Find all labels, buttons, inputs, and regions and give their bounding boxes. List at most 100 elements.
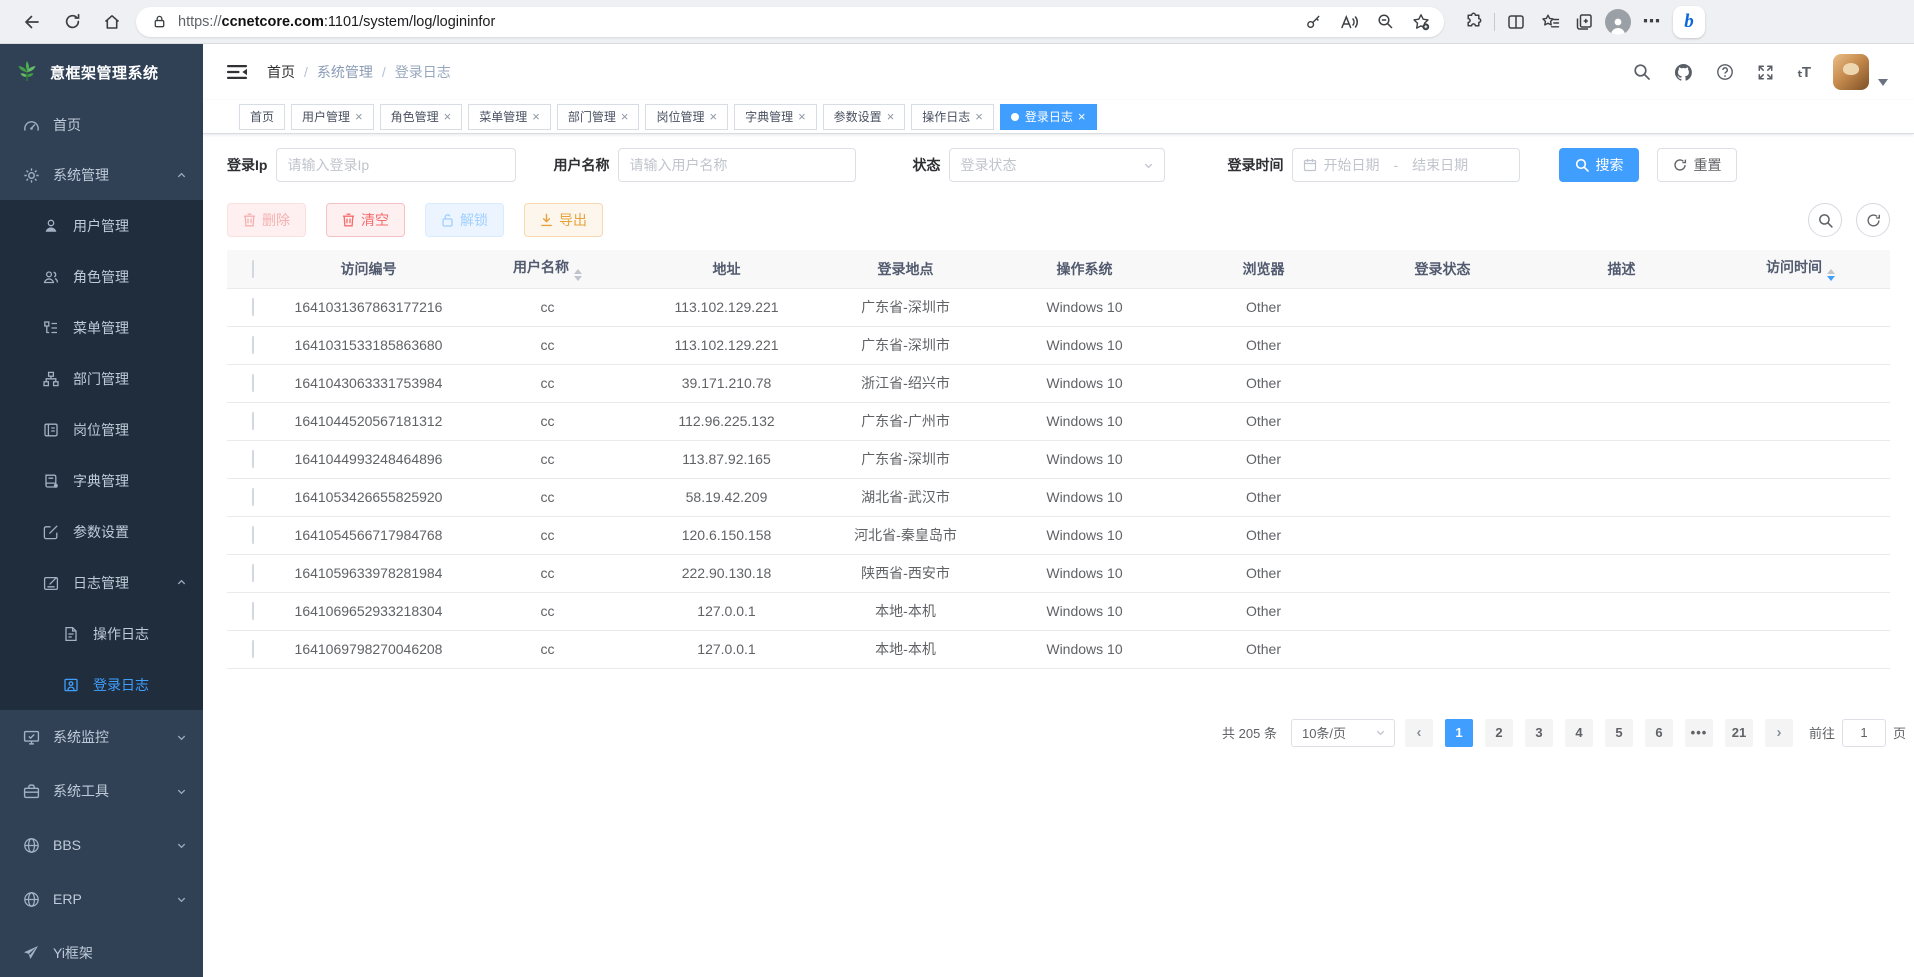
breadcrumb-home[interactable]: 首页 xyxy=(267,62,295,82)
tab-dicts[interactable]: 字典管理× xyxy=(734,104,817,130)
sidebar-item-posts[interactable]: 岗位管理 xyxy=(0,404,203,455)
date-range-picker[interactable]: 开始日期 - 结束日期 xyxy=(1292,148,1520,182)
table-row[interactable]: 1641044520567181312 cc 112.96.225.132 广东… xyxy=(227,402,1890,440)
collections-icon[interactable] xyxy=(1571,9,1597,35)
sidebar-item-bbs[interactable]: BBS xyxy=(0,818,203,872)
goto-page-input[interactable] xyxy=(1842,719,1886,747)
clear-button[interactable]: 清空 xyxy=(326,203,405,237)
split-screen-icon[interactable] xyxy=(1503,9,1529,35)
user-avatar[interactable] xyxy=(1833,54,1869,90)
close-icon[interactable]: × xyxy=(621,110,629,123)
sidebar-item-erp[interactable]: ERP xyxy=(0,872,203,926)
refresh-table-button[interactable] xyxy=(1856,203,1890,237)
table-row[interactable]: 1641069798270046208 cc 127.0.0.1 本地-本机 W… xyxy=(227,630,1890,668)
github-link[interactable] xyxy=(1674,63,1693,82)
row-checkbox[interactable] xyxy=(252,488,254,506)
page-button-6[interactable]: 6 xyxy=(1645,719,1673,747)
row-checkbox[interactable] xyxy=(252,564,254,582)
home-button[interactable] xyxy=(96,6,128,38)
tab-depts[interactable]: 部门管理× xyxy=(557,104,640,130)
sort-caret-icon[interactable] xyxy=(574,269,582,281)
show-search-button[interactable] xyxy=(1808,203,1842,237)
back-button[interactable] xyxy=(16,6,48,38)
sidebar-item-yi-framework[interactable]: Yi框架 xyxy=(0,926,203,977)
table-row[interactable]: 1641053426655825920 cc 58.19.42.209 湖北省-… xyxy=(227,478,1890,516)
sidebar-item-monitor[interactable]: 系统监控 xyxy=(0,710,203,764)
select-all-checkbox[interactable] xyxy=(252,260,254,278)
sidebar-item-menus[interactable]: 菜单管理 xyxy=(0,302,203,353)
extensions-icon[interactable] xyxy=(1460,9,1486,35)
close-icon[interactable]: × xyxy=(1078,110,1086,123)
reset-button[interactable]: 重置 xyxy=(1657,148,1737,182)
row-checkbox[interactable] xyxy=(252,298,254,316)
table-row[interactable]: 1641031367863177216 cc 113.102.129.221 广… xyxy=(227,288,1890,326)
copilot-bing-icon[interactable]: b xyxy=(1673,6,1705,38)
table-row[interactable]: 1641059633978281984 cc 222.90.130.18 陕西省… xyxy=(227,554,1890,592)
more-menu-icon[interactable]: ⋯ xyxy=(1639,9,1665,35)
favorite-star-icon[interactable] xyxy=(1408,9,1434,35)
delete-button[interactable]: 删除 xyxy=(227,203,306,237)
close-icon[interactable]: × xyxy=(709,110,717,123)
sidebar-toggle-button[interactable] xyxy=(221,57,253,87)
browser-profile-icon[interactable] xyxy=(1605,9,1631,35)
sort-caret-icon[interactable] xyxy=(1827,269,1835,281)
search-button[interactable]: 搜索 xyxy=(1559,148,1639,182)
page-size-select[interactable]: 10条/页 xyxy=(1291,719,1395,747)
ip-input[interactable] xyxy=(287,157,505,173)
more-pages-button[interactable]: ••• xyxy=(1685,719,1713,747)
unlock-button[interactable]: 解锁 xyxy=(425,203,504,237)
page-button-4[interactable]: 4 xyxy=(1565,719,1593,747)
page-button-3[interactable]: 3 xyxy=(1525,719,1553,747)
row-checkbox[interactable] xyxy=(252,602,254,620)
table-row[interactable]: 1641044993248464896 cc 113.87.92.165 广东省… xyxy=(227,440,1890,478)
sidebar-item-system[interactable]: 系统管理 xyxy=(0,150,203,200)
page-button-1[interactable]: 1 xyxy=(1445,719,1473,747)
page-button-5[interactable]: 5 xyxy=(1605,719,1633,747)
password-key-icon[interactable] xyxy=(1300,9,1326,35)
page-button-last[interactable]: 21 xyxy=(1725,719,1753,747)
sidebar-item-roles[interactable]: 角色管理 xyxy=(0,251,203,302)
row-checkbox[interactable] xyxy=(252,450,254,468)
sidebar-item-tools[interactable]: 系统工具 xyxy=(0,764,203,818)
sidebar-item-home[interactable]: 首页 xyxy=(0,100,203,150)
row-checkbox[interactable] xyxy=(252,336,254,354)
fullscreen-button[interactable] xyxy=(1757,64,1774,81)
tab-users[interactable]: 用户管理× xyxy=(291,104,374,130)
table-row[interactable]: 1641043063331753984 cc 39.171.210.78 浙江省… xyxy=(227,364,1890,402)
table-row[interactable]: 1641054566717984768 cc 120.6.150.158 河北省… xyxy=(227,516,1890,554)
tab-home[interactable]: 首页 xyxy=(239,104,285,130)
sidebar-item-params[interactable]: 参数设置 xyxy=(0,506,203,557)
row-checkbox[interactable] xyxy=(252,412,254,430)
read-aloud-icon[interactable] xyxy=(1336,9,1362,35)
prev-page-button[interactable]: ‹ xyxy=(1405,719,1433,747)
export-button[interactable]: 导出 xyxy=(524,203,603,237)
tab-operlog[interactable]: 操作日志× xyxy=(911,104,994,130)
next-page-button[interactable]: › xyxy=(1765,719,1793,747)
sidebar-item-loginlog[interactable]: 登录日志 xyxy=(0,659,203,710)
breadcrumb-section[interactable]: 系统管理 xyxy=(317,62,373,82)
tab-menus[interactable]: 菜单管理× xyxy=(468,104,551,130)
sidebar-item-depts[interactable]: 部门管理 xyxy=(0,353,203,404)
close-icon[interactable]: × xyxy=(798,110,806,123)
row-checkbox[interactable] xyxy=(252,374,254,392)
reload-button[interactable] xyxy=(56,6,88,38)
sidebar-item-dicts[interactable]: 字典管理 xyxy=(0,455,203,506)
close-icon[interactable]: × xyxy=(532,110,540,123)
row-checkbox[interactable] xyxy=(252,526,254,544)
status-select[interactable]: 登录状态 xyxy=(949,148,1165,182)
zoom-icon[interactable] xyxy=(1372,9,1398,35)
tab-roles[interactable]: 角色管理× xyxy=(380,104,463,130)
address-bar[interactable]: https://ccnetcore.com:1101/system/log/lo… xyxy=(136,7,1444,37)
close-icon[interactable]: × xyxy=(355,110,363,123)
close-icon[interactable]: × xyxy=(887,110,895,123)
sidebar-item-users[interactable]: 用户管理 xyxy=(0,200,203,251)
col-time[interactable]: 访问时间 xyxy=(1711,250,1890,288)
tab-params[interactable]: 参数设置× xyxy=(823,104,906,130)
sidebar-item-logs[interactable]: 日志管理 xyxy=(0,557,203,608)
tab-loginlog[interactable]: 登录日志× xyxy=(1000,104,1097,130)
tab-posts[interactable]: 岗位管理× xyxy=(645,104,728,130)
table-row[interactable]: 1641069652933218304 cc 127.0.0.1 本地-本机 W… xyxy=(227,592,1890,630)
page-button-2[interactable]: 2 xyxy=(1485,719,1513,747)
favorites-bar-icon[interactable] xyxy=(1537,9,1563,35)
col-username[interactable]: 用户名称 xyxy=(458,250,637,288)
